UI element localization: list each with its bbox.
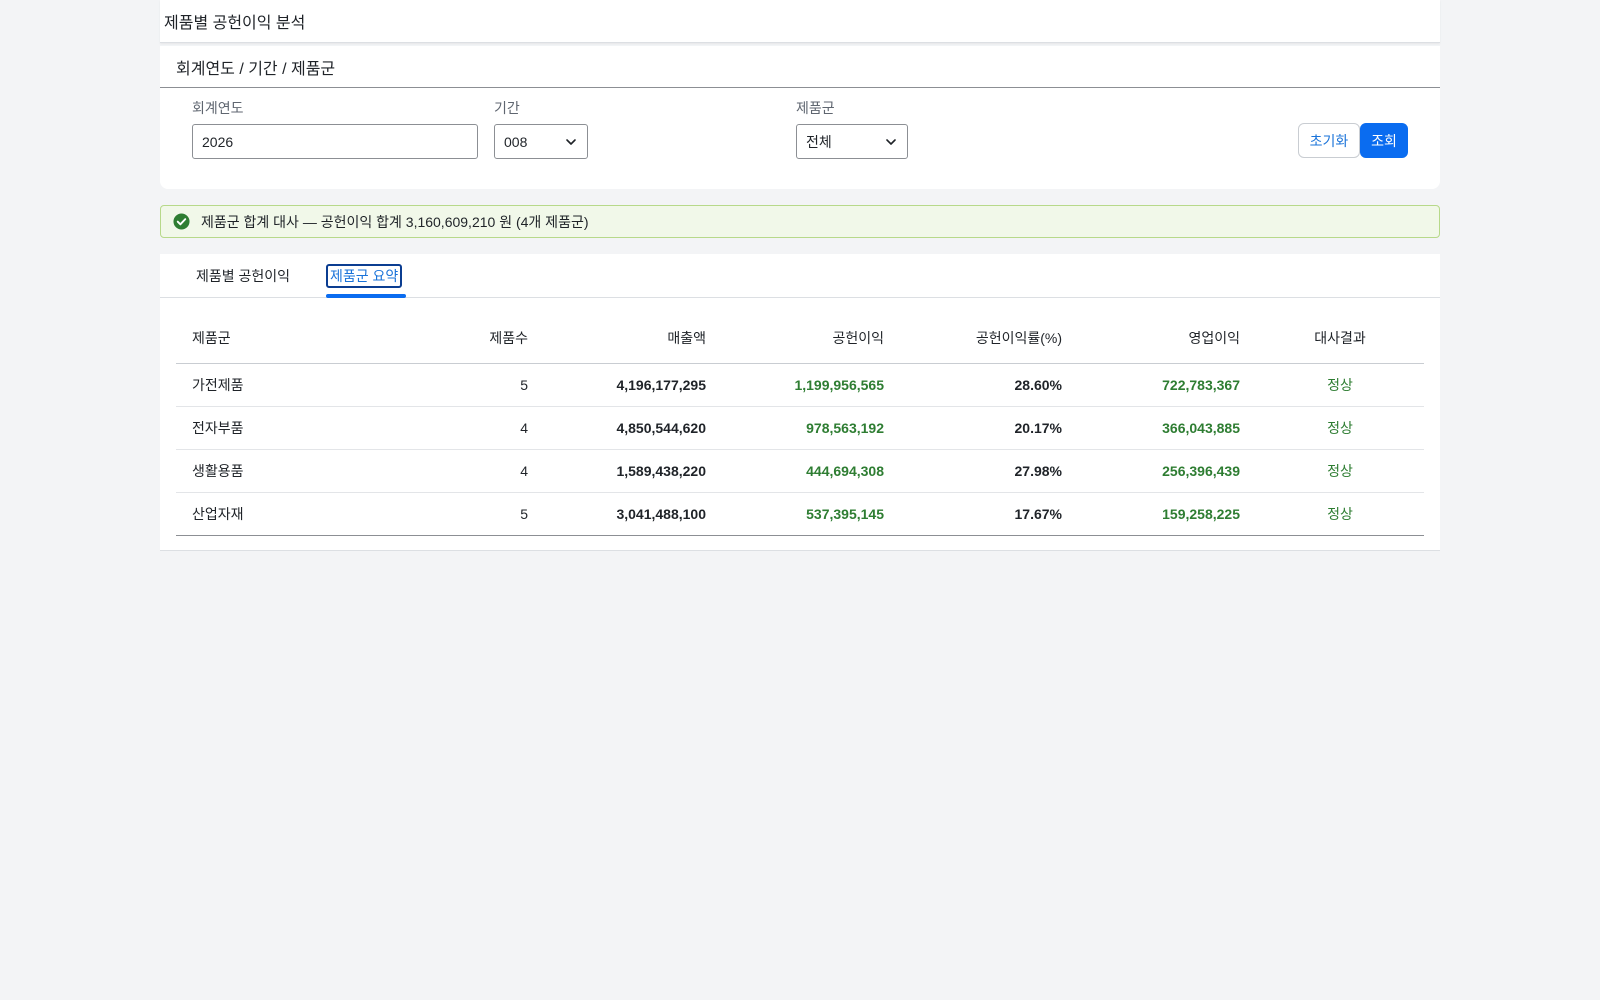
summary-table-wrapper: 제품군 제품수 매출액 공헌이익 공헌이익률(%) 영업이익 대사결과 가전제품… — [176, 314, 1424, 536]
chevron-down-icon — [566, 139, 576, 145]
col-header-group[interactable]: 제품군 — [176, 314, 396, 363]
cell-group: 산업자재 — [192, 505, 244, 522]
product-group-select-value: 전체 — [806, 133, 832, 150]
cell-operating: 722,783,367 — [1162, 376, 1240, 393]
cell-rate: 27.98% — [1014, 462, 1062, 479]
cell-result: 정상 — [1327, 505, 1353, 522]
reconciliation-notice: 제품군 합계 대사 — 공헌이익 합계 3,160,609,210 원 (4개 … — [160, 205, 1440, 238]
cell-sales: 3,041,488,100 — [616, 505, 706, 522]
cell-group: 전자부품 — [192, 419, 244, 436]
cell-result: 정상 — [1327, 419, 1353, 436]
chevron-down-icon — [886, 139, 896, 145]
tab-bar: 제품별 공헌이익 제품군 요약 — [160, 254, 1440, 298]
col-header-operating[interactable]: 영업이익 — [1062, 314, 1240, 363]
group-summary-table: 제품군 제품수 매출액 공헌이익 공헌이익률(%) 영업이익 대사결과 가전제품… — [176, 314, 1424, 535]
cell-group: 생활용품 — [192, 462, 244, 479]
fiscal-year-input[interactable] — [192, 124, 478, 159]
cell-sales: 4,850,544,620 — [616, 419, 706, 436]
tab-product-contribution[interactable]: 제품별 공헌이익 — [194, 264, 292, 288]
cell-operating: 366,043,885 — [1162, 419, 1240, 436]
col-header-rate[interactable]: 공헌이익률(%) — [884, 314, 1062, 363]
cell-contribution: 537,395,145 — [806, 505, 884, 522]
table-header-row: 제품군 제품수 매출액 공헌이익 공헌이익률(%) 영업이익 대사결과 — [176, 314, 1424, 363]
table-row[interactable]: 산업자재 5 3,041,488,100 537,395,145 17.67% … — [176, 492, 1424, 535]
app-title-bar: 제품별 공헌이익 분석 — [160, 0, 1440, 43]
cell-rate: 20.17% — [1014, 419, 1062, 436]
cell-count: 4 — [520, 419, 528, 436]
active-tab-indicator — [326, 294, 406, 298]
cell-result: 정상 — [1327, 462, 1353, 479]
reset-button[interactable]: 초기화 — [1298, 123, 1360, 158]
cell-count: 5 — [520, 505, 528, 522]
cell-operating: 256,396,439 — [1162, 462, 1240, 479]
cell-sales: 1,589,438,220 — [616, 462, 706, 479]
filter-panel-title: 회계연도 / 기간 / 제품군 — [176, 60, 336, 78]
cell-sales: 4,196,177,295 — [616, 376, 706, 393]
period-label: 기간 — [494, 100, 520, 116]
cell-group: 가전제품 — [192, 376, 244, 393]
cell-count: 5 — [520, 376, 528, 393]
fiscal-year-label: 회계연도 — [192, 100, 244, 116]
cell-contribution: 1,199,956,565 — [794, 376, 884, 393]
table-row[interactable]: 생활용품 4 1,589,438,220 444,694,308 27.98% … — [176, 449, 1424, 492]
content-panel: 제품별 공헌이익 제품군 요약 제품군 제품수 매출액 공헌이익 공헌이익률(%… — [160, 254, 1440, 551]
reconciliation-notice-text: 제품군 합계 대사 — 공헌이익 합계 3,160,609,210 원 (4개 … — [201, 213, 589, 230]
filter-panel-body: 회계연도 기간 008 제품군 전체 초기화 조회 — [160, 88, 1440, 188]
tab-group-summary[interactable]: 제품군 요약 — [326, 264, 403, 288]
cell-contribution: 978,563,192 — [806, 419, 884, 436]
cell-count: 4 — [520, 462, 528, 479]
col-header-count[interactable]: 제품수 — [396, 314, 528, 363]
table-row[interactable]: 전자부품 4 4,850,544,620 978,563,192 20.17% … — [176, 406, 1424, 449]
cell-result: 정상 — [1327, 376, 1353, 393]
cell-contribution: 444,694,308 — [806, 462, 884, 479]
product-group-label: 제품군 — [796, 100, 835, 116]
filter-panel: 회계연도 / 기간 / 제품군 회계연도 기간 008 제품군 전체 초기화 조… — [160, 46, 1440, 189]
col-header-sales[interactable]: 매출액 — [528, 314, 706, 363]
product-group-select[interactable]: 전체 — [796, 124, 908, 159]
table-row[interactable]: 가전제품 5 4,196,177,295 1,199,956,565 28.60… — [176, 363, 1424, 406]
period-select[interactable]: 008 — [494, 124, 588, 159]
col-header-contribution[interactable]: 공헌이익 — [706, 314, 884, 363]
page: 제품별 공헌이익 분석 회계연도 / 기간 / 제품군 회계연도 기간 008 … — [160, 0, 1440, 1000]
period-select-value: 008 — [504, 133, 528, 150]
app-title: 제품별 공헌이익 분석 — [164, 15, 306, 32]
cell-operating: 159,258,225 — [1162, 505, 1240, 522]
filter-panel-header: 회계연도 / 기간 / 제품군 — [160, 46, 1440, 88]
search-button[interactable]: 조회 — [1360, 123, 1408, 158]
cell-rate: 28.60% — [1014, 376, 1062, 393]
check-circle-icon — [173, 213, 190, 230]
cell-rate: 17.67% — [1014, 505, 1062, 522]
col-header-result[interactable]: 대사결과 — [1240, 314, 1424, 363]
